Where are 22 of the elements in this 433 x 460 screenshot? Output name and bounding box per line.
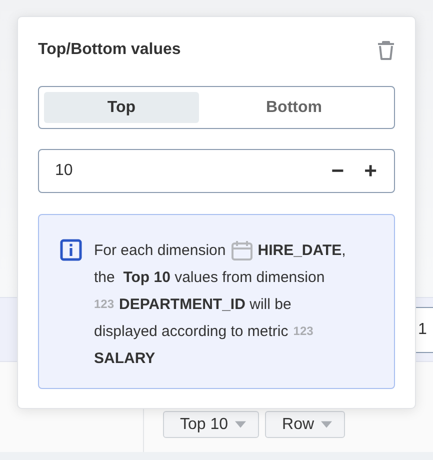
type-label: 123: [293, 323, 314, 340]
info-text: DEPARTMENT_ID will be: [119, 295, 292, 315]
info-text: SALARY: [94, 349, 156, 369]
caret-icon: [235, 421, 246, 428]
caret-icon: [321, 421, 332, 428]
increment-button[interactable]: +: [359, 158, 382, 184]
info-text: For each dimension: [94, 241, 226, 261]
number-field[interactable]: 10 − +: [38, 149, 395, 193]
info-text: HIRE_DATE,: [258, 241, 346, 261]
decrement-button[interactable]: −: [326, 158, 350, 184]
popup-title: Top/Bottom values: [38, 41, 181, 59]
trash-icon[interactable]: [377, 40, 395, 60]
dropdown[interactable]: Row: [265, 411, 346, 438]
number-value: 10: [55, 162, 74, 180]
info-text: the Top 10 values from dimension: [94, 268, 325, 288]
segment-tab[interactable]: Top: [44, 92, 199, 123]
dropdown[interactable]: Top 10: [163, 411, 260, 438]
type-label: 123: [94, 296, 114, 313]
info-text: displayed according to metric: [94, 322, 288, 342]
segment-tab[interactable]: Bottom: [199, 92, 389, 123]
calendar-icon: [230, 240, 253, 261]
info-icon: [60, 239, 82, 261]
